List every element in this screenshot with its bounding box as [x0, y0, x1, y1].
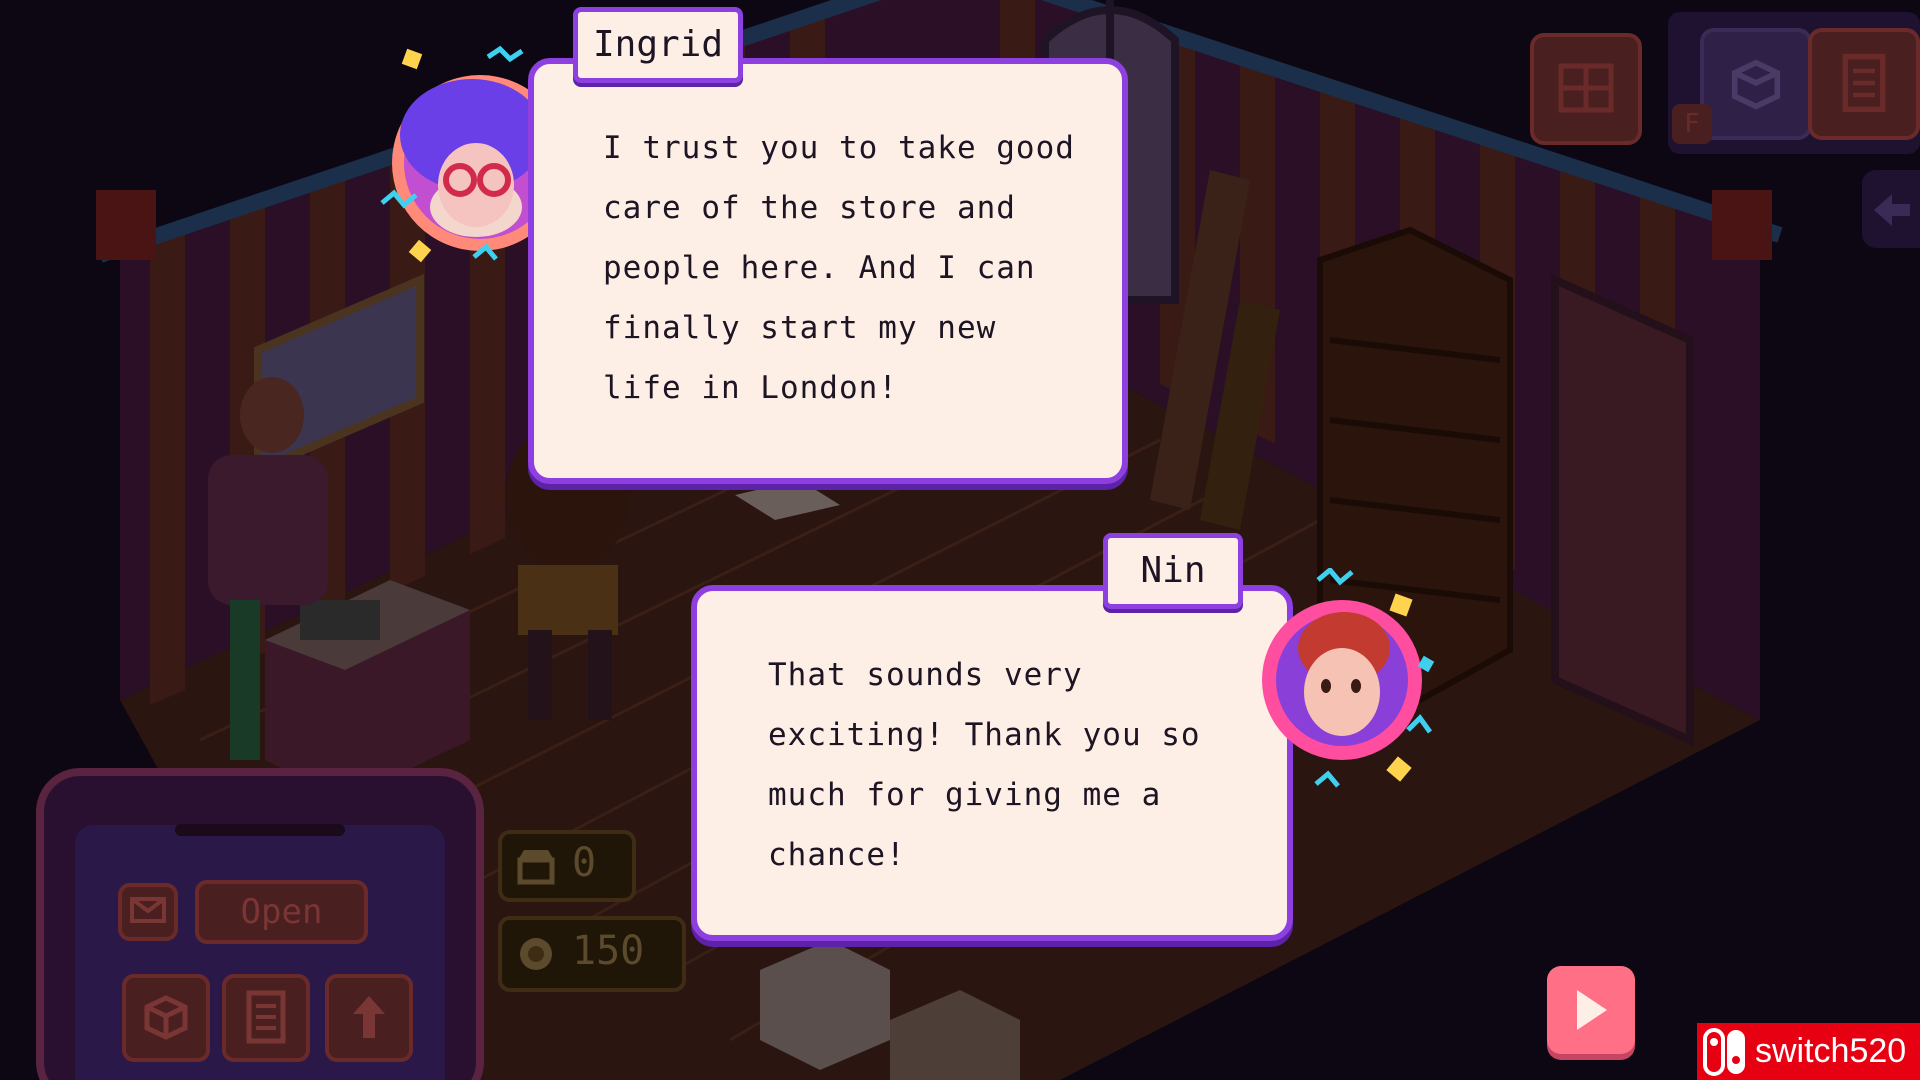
customers-counter: 0	[498, 830, 636, 902]
ingrid-dialog-text: I trust you to take good care of the sto…	[603, 130, 1075, 406]
nin-nameplate: Nin	[1103, 533, 1243, 609]
play-icon	[1577, 990, 1607, 1030]
hotkey-label: F	[1684, 109, 1700, 139]
arrow-up-icon	[353, 996, 385, 1038]
grid-icon	[1558, 63, 1614, 113]
coin-icon	[520, 938, 552, 970]
customers-count: 0	[572, 840, 597, 886]
mail-icon	[130, 897, 166, 923]
mail-button[interactable]	[118, 883, 178, 941]
upgrade-button[interactable]	[325, 974, 413, 1062]
inventory-button[interactable]	[122, 974, 210, 1062]
list-icon	[246, 990, 286, 1044]
nin-name: Nin	[1140, 550, 1206, 591]
coins-counter: 150	[498, 916, 686, 992]
ingrid-name: Ingrid	[592, 24, 724, 65]
back-button[interactable]	[1862, 170, 1920, 248]
open-store-label: Open	[240, 892, 323, 932]
nin-portrait	[1262, 568, 1435, 788]
box-icon	[144, 995, 188, 1040]
continue-button[interactable]	[1547, 966, 1635, 1054]
orders-list-button[interactable]	[222, 974, 310, 1062]
watermark: switch520	[1697, 1023, 1920, 1080]
watermark-text: switch520	[1755, 1032, 1907, 1070]
coins-amount: 150	[572, 928, 645, 974]
box-icon	[1731, 59, 1781, 110]
store-icon	[517, 850, 555, 885]
list-icon	[1842, 53, 1886, 113]
hotkey-badge: F	[1672, 104, 1712, 144]
switch-logo-icon	[1703, 1027, 1745, 1076]
open-store-button[interactable]: Open	[195, 880, 368, 944]
ingrid-nameplate: Ingrid	[573, 7, 743, 83]
stock-button[interactable]	[1700, 28, 1812, 140]
nin-dialog-text: That sounds very exciting! Thank you so …	[768, 657, 1201, 873]
layout-button[interactable]	[1530, 33, 1642, 145]
notes-button[interactable]	[1808, 28, 1920, 140]
arrow-left-icon	[1874, 194, 1910, 226]
